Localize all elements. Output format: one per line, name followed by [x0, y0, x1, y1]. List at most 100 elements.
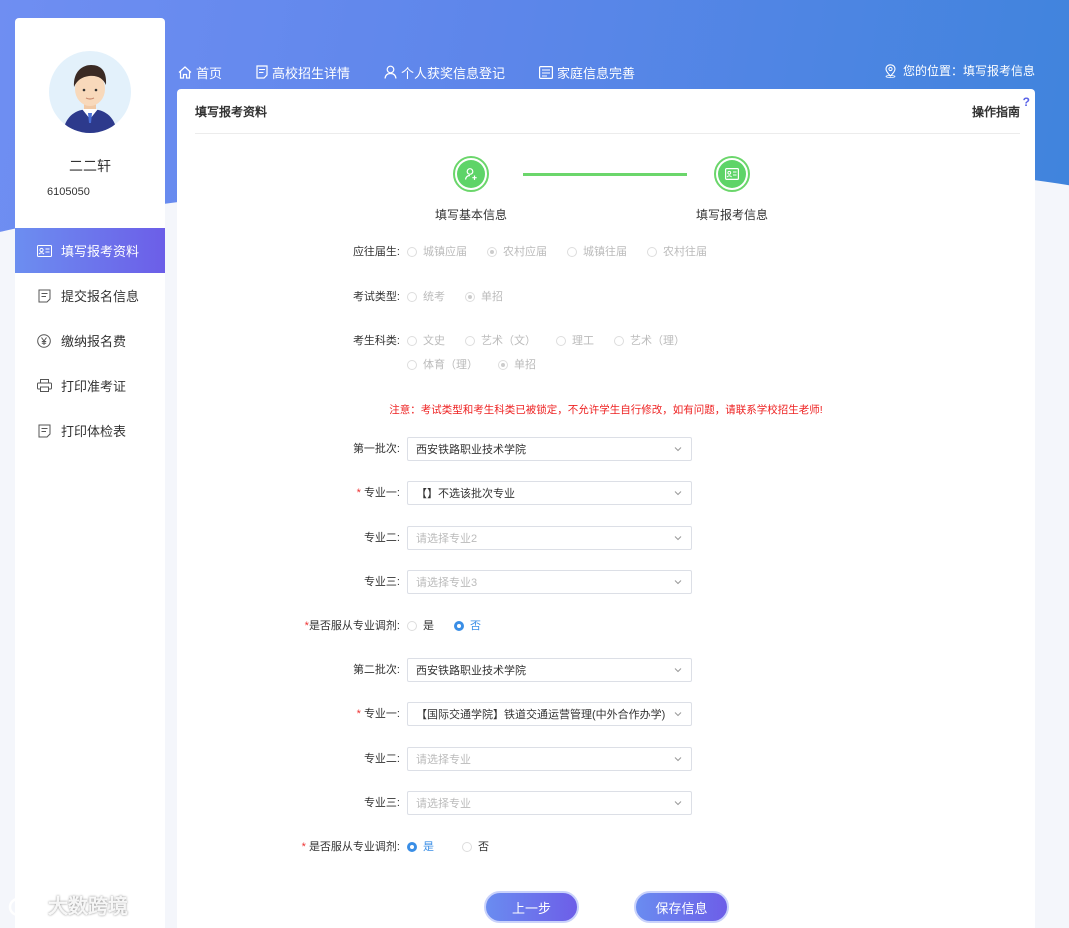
radio-option: 农村往届: [647, 245, 707, 259]
select-value: 西安铁路职业技术学院: [416, 444, 526, 456]
select-placeholder: 请选择专业2: [416, 533, 478, 545]
id-card-icon: [539, 65, 554, 79]
nav-college-details[interactable]: 高校招生详情: [256, 63, 350, 82]
select-value: 【国际交通学院】铁道交通运营管理(中外合作办学): [416, 709, 666, 721]
sidebar-item-fill-info[interactable]: 填写报考资料: [15, 228, 165, 273]
watermark: 大数跨境: [8, 890, 128, 919]
batch1-major3-select[interactable]: 请选择专业3: [407, 570, 692, 594]
batch1-select[interactable]: 西安铁路职业技术学院: [407, 437, 692, 461]
batch2-major3-label: 专业三:: [363, 797, 400, 809]
printer-icon: [36, 378, 52, 394]
batch1-major3-row: 专业三: 请选择专业3: [207, 570, 692, 594]
sidebar-item-label: 填写报考资料: [61, 244, 140, 259]
batch2-select[interactable]: 西安铁路职业技术学院: [407, 658, 692, 682]
radio-option: 单招: [465, 290, 503, 304]
step-connector: [523, 173, 687, 176]
radio-yes[interactable]: 是: [407, 840, 434, 854]
radio-option: 城镇应届: [407, 245, 467, 259]
guide-link[interactable]: 操作指南 ?: [972, 95, 1030, 120]
sidebar-item-print-admission[interactable]: 打印准考证: [15, 363, 165, 408]
required-mark: *: [356, 487, 361, 499]
batch1-major2-label: 专业二:: [363, 532, 400, 544]
subject-options: 文史 艺术（文） 理工 艺术（理） 体育（理） 单招: [407, 334, 717, 372]
location-text: 您的位置：填写报考信息: [902, 64, 1035, 78]
home-icon: [178, 65, 192, 79]
radio-option: 农村应届: [487, 245, 547, 259]
batch1-major2-select[interactable]: 请选择专业2: [407, 526, 692, 550]
select-placeholder: 请选择专业3: [416, 577, 478, 589]
watermark-text: 大数跨境: [48, 896, 128, 918]
location-breadcrumb: 您的位置：填写报考信息: [884, 62, 1035, 79]
chevron-down-icon: [674, 447, 682, 452]
sidebar-item-print-health-form[interactable]: 打印体检表: [15, 408, 165, 453]
batch2-adjust-row: * 是否服从专业调剂: 是 否: [207, 840, 737, 854]
chevron-down-icon: [674, 668, 682, 673]
required-mark: *: [301, 841, 306, 853]
batch1-major1-select[interactable]: 【】不选该批次专业: [407, 481, 692, 505]
batch2-major2-select[interactable]: 请选择专业: [407, 747, 692, 771]
batch2-major3-select[interactable]: 请选择专业: [407, 791, 692, 815]
radio-no[interactable]: 否: [462, 840, 489, 854]
batch2-major1-select[interactable]: 【国际交通学院】铁道交通运营管理(中外合作办学): [407, 702, 692, 726]
step-exam-info: 填写报考信息: [677, 156, 787, 223]
sidebar-menu: 填写报考资料 提交报名信息 缴纳报名费 打印准考证 打印体检表: [15, 228, 165, 453]
radio-option: 理工: [556, 334, 594, 348]
sidebar-item-submit-info[interactable]: 提交报名信息: [15, 273, 165, 318]
radio-yes[interactable]: 是: [407, 619, 434, 633]
radio-option: 统考: [407, 290, 445, 304]
id-card-icon: [36, 243, 52, 259]
page-title: 填写报考资料: [195, 104, 268, 119]
batch1-adjust-label: 是否服从专业调剂:: [308, 620, 400, 632]
nav-label: 个人获奖信息登记: [401, 65, 506, 81]
grad-type-options: 城镇应届 农村应届 城镇往届 农村往届: [407, 245, 737, 259]
select-placeholder: 请选择专业: [416, 754, 471, 766]
sidebar-item-pay-fee[interactable]: 缴纳报名费: [15, 318, 165, 363]
grad-type-label: 应往届生:: [352, 246, 400, 258]
sidebar-item-label: 提交报名信息: [61, 289, 140, 304]
prev-step-button[interactable]: 上一步: [484, 891, 579, 923]
logo-icon: [8, 894, 44, 916]
exam-type-label: 考试类型:: [352, 291, 400, 303]
document-icon: [36, 423, 52, 439]
chevron-down-icon: [674, 757, 682, 762]
nav-family-info[interactable]: 家庭信息完善: [539, 63, 635, 82]
lock-notice: 注意：考试类型和考生科类已被锁定，不允许学生自行修改，如有问题，请联系学校招生老…: [389, 404, 823, 416]
chevron-down-icon: [674, 536, 682, 541]
radio-no[interactable]: 否: [454, 619, 481, 633]
exam-type-options: 统考 单招: [407, 290, 737, 304]
select-value: 【】不选该批次专业: [416, 488, 515, 500]
batch2-major3-row: 专业三: 请选择专业: [207, 791, 692, 815]
batch1-major2-row: 专业二: 请选择专业2: [207, 526, 692, 550]
nav-label: 首页: [196, 65, 223, 81]
user-id: 6105050: [47, 186, 90, 198]
radio-option: 艺术（文）: [465, 334, 536, 348]
batch1-adjust-options: 是 否: [407, 619, 737, 633]
chevron-down-icon: [674, 801, 682, 806]
batch2-row: 第二批次: 西安铁路职业技术学院: [207, 658, 692, 682]
radio-option: 单招: [498, 358, 536, 372]
chevron-down-icon: [674, 580, 682, 585]
sidebar-item-label: 打印准考证: [61, 379, 127, 394]
select-value: 西安铁路职业技术学院: [416, 665, 526, 677]
batch1-row: 第一批次: 西安铁路职业技术学院: [207, 437, 692, 461]
step-basic-info: 填写基本信息: [416, 156, 526, 223]
sidebar-item-label: 打印体检表: [61, 424, 127, 439]
chevron-down-icon: [674, 491, 682, 496]
batch1-major1-row: * 专业一: 【】不选该批次专业: [207, 481, 692, 505]
nav-label: 高校招生详情: [272, 65, 351, 81]
exam-type-row: 考试类型: 统考 单招: [207, 290, 737, 304]
user-add-icon: [457, 160, 485, 188]
nav-home[interactable]: 首页: [178, 63, 222, 82]
step-label: 填写基本信息: [434, 208, 507, 222]
radio-option: 城镇往届: [567, 245, 627, 259]
id-card-icon: [718, 160, 746, 188]
batch2-major1-label: 专业一:: [363, 708, 400, 720]
nav-awards-register[interactable]: 个人获奖信息登记: [384, 63, 505, 82]
batch1-label: 第一批次:: [352, 443, 400, 455]
batch1-major3-label: 专业三:: [363, 576, 400, 588]
card-header: 填写报考资料 操作指南 ?: [195, 89, 1030, 134]
batch2-label: 第二批次:: [352, 664, 400, 676]
subject-label: 考生科类:: [352, 335, 400, 347]
save-button[interactable]: 保存信息: [634, 891, 729, 923]
nav-label: 家庭信息完善: [557, 65, 636, 81]
